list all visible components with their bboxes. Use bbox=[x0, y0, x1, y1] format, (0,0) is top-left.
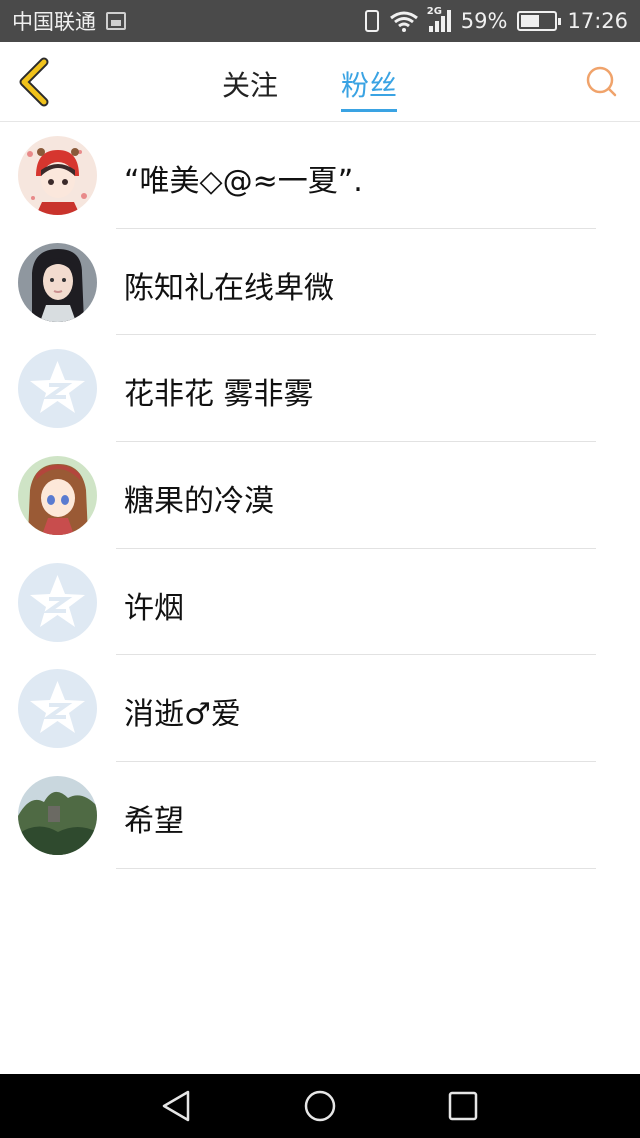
carrier-label: 中国联通 bbox=[12, 10, 96, 34]
wifi-icon bbox=[389, 11, 418, 32]
vibrate-icon bbox=[364, 10, 379, 32]
search-button[interactable] bbox=[584, 64, 618, 98]
landscape-avatar bbox=[18, 776, 97, 856]
back-triangle-icon[interactable] bbox=[158, 1088, 194, 1124]
default-qzone-avatar bbox=[18, 349, 97, 429]
system-nav-bar bbox=[0, 1074, 640, 1138]
default-qzone-avatar bbox=[18, 669, 97, 749]
list-item[interactable]: 陈知礼在线卑微 bbox=[0, 229, 640, 336]
fan-name: 消逝♂爱 bbox=[124, 697, 241, 733]
battery-percent: 59% bbox=[460, 9, 508, 33]
status-right: 2G 59% 17:26 bbox=[364, 6, 628, 33]
default-qzone-avatar bbox=[18, 562, 97, 642]
tab-fans[interactable]: 粉丝 bbox=[341, 64, 398, 112]
status-left: 中国联通 bbox=[12, 6, 126, 36]
battery-icon bbox=[517, 11, 562, 31]
list-item[interactable]: 花非花 雾非雾 bbox=[0, 335, 640, 443]
list-item[interactable]: 消逝♂爱 bbox=[0, 655, 640, 763]
fan-name: 许烟 bbox=[124, 590, 184, 626]
home-circle-icon[interactable] bbox=[302, 1088, 338, 1124]
list-item[interactable]: 希望 bbox=[0, 762, 640, 869]
fan-name: 希望 bbox=[124, 804, 184, 840]
fan-name: 花非花 雾非雾 bbox=[124, 377, 314, 413]
list-item[interactable]: “唯美◇@≈一夏”. bbox=[0, 122, 640, 229]
fans-list: “唯美◇@≈一夏”. 陈知礼在线卑微 花非花 雾非雾 糖果的冷漠 许烟 消逝♂爱… bbox=[0, 122, 640, 869]
tab-follow[interactable]: 关注 bbox=[222, 64, 278, 104]
image-notification-icon bbox=[106, 12, 126, 30]
fan-name: 陈知礼在线卑微 bbox=[124, 270, 334, 306]
list-item[interactable]: 糖果的冷漠 bbox=[0, 442, 640, 549]
search-icon bbox=[586, 66, 617, 97]
girl-red-hood-avatar bbox=[18, 136, 97, 215]
nav-bar: 关注 粉丝 bbox=[0, 42, 640, 122]
anime-girl-avatar bbox=[18, 456, 97, 536]
network-type: 2G bbox=[426, 6, 442, 17]
status-bar: 中国联通 2G 59% 17:26 bbox=[0, 0, 640, 42]
girl-photo-avatar bbox=[18, 242, 97, 322]
fan-name: “唯美◇@≈一夏”. bbox=[124, 164, 363, 199]
signal-icon: 2G bbox=[427, 6, 451, 32]
fan-name: 糖果的冷漠 bbox=[124, 484, 274, 520]
recents-square-icon[interactable] bbox=[445, 1088, 481, 1124]
divider bbox=[116, 867, 596, 869]
list-item[interactable]: 许烟 bbox=[0, 549, 640, 656]
tab-bar: 关注 粉丝 bbox=[0, 42, 640, 122]
clock: 17:26 bbox=[567, 9, 628, 33]
